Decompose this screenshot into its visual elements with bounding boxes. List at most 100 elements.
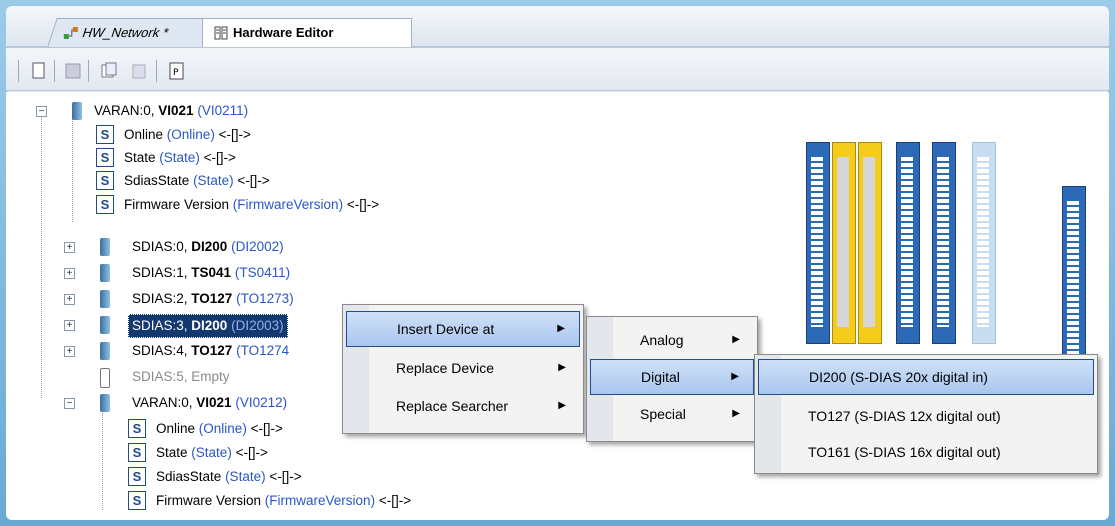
tab-hardware-editor[interactable]: Hardware Editor — [202, 18, 412, 47]
var-type: (State) — [225, 469, 266, 484]
variable-icon: S — [128, 419, 146, 438]
menu-item-digital[interactable]: Digital ▶ — [590, 359, 754, 395]
var-type: (Online) — [198, 421, 247, 436]
device-icon — [100, 316, 110, 334]
var-label: Firmware Version — [124, 197, 230, 212]
node-type: (TO1273) — [236, 291, 294, 306]
empty-slot-icon — [100, 368, 110, 388]
var-type: (FirmwareVersion) — [232, 197, 344, 212]
node-prefix: VARAN:0, — [132, 395, 197, 410]
submenu-digital-devices: DI200 (S-DIAS 20x digital in) TO127 (S-D… — [754, 354, 1098, 474]
expand-icon[interactable]: + — [64, 320, 75, 331]
node-prefix: SDIAS:0, — [132, 239, 192, 254]
node-name: VI021 — [196, 395, 232, 410]
collapse-icon[interactable]: − — [36, 106, 47, 117]
tab-hw-network-label: HW_Network * — [80, 25, 171, 40]
menu-item-insert-device[interactable]: Insert Device at ▶ — [346, 311, 580, 347]
submenu-arrow-icon: ▶ — [558, 400, 566, 411]
expand-icon[interactable]: + — [64, 242, 75, 253]
var-suffix: <-[]-> — [233, 173, 270, 188]
node-prefix: SDIAS:2, — [132, 291, 192, 306]
var-suffix: <-[]-> — [246, 421, 283, 436]
save-icon[interactable] — [62, 60, 84, 82]
tab-hw-network[interactable]: HW_Network * — [47, 18, 227, 47]
expand-icon[interactable]: + — [64, 268, 75, 279]
paste-icon[interactable] — [128, 60, 150, 82]
variable-icon: S — [96, 148, 114, 167]
expand-icon[interactable]: + — [64, 346, 75, 357]
module-image[interactable] — [858, 142, 882, 344]
variable-icon: S — [96, 195, 114, 214]
module-image[interactable] — [972, 142, 996, 344]
menu-item-to127[interactable]: TO127 (S-DIAS 12x digital out) — [758, 399, 1094, 433]
node-type: (TO1274 — [236, 343, 290, 358]
svg-text:P: P — [173, 68, 179, 78]
module-image[interactable] — [896, 142, 920, 344]
node-name: VI021 — [158, 103, 194, 118]
menu-item-replace-device[interactable]: Replace Device ▶ — [346, 351, 580, 385]
toolbar-separator — [88, 60, 89, 82]
var-label: SdiasState — [156, 469, 222, 484]
node-prefix: SDIAS:5, Empty — [132, 369, 230, 384]
copy-icon[interactable] — [98, 60, 120, 82]
var-suffix: <-[]-> — [231, 445, 268, 460]
variable-icon: S — [128, 443, 146, 462]
submenu-arrow-icon: ▶ — [732, 408, 740, 419]
var-label: Online — [156, 421, 196, 436]
node-name: TO127 — [191, 343, 233, 358]
toolbar-separator — [54, 60, 55, 82]
node-name: DI200 — [191, 318, 228, 333]
variable-icon: S — [128, 467, 146, 486]
node-type: (VI0212) — [235, 395, 288, 410]
toolbar-separator — [156, 60, 157, 82]
module-image[interactable] — [932, 142, 956, 344]
submenu-insert-device: Analog ▶ Digital ▶ Special ▶ — [586, 316, 758, 442]
var-type: (State) — [193, 173, 234, 188]
node-prefix: SDIAS:1, — [132, 265, 192, 280]
var-suffix: <-[]-> — [343, 197, 380, 212]
var-suffix: <-[]-> — [214, 127, 251, 142]
menu-item-special[interactable]: Special ▶ — [590, 397, 754, 431]
device-icon — [72, 102, 82, 120]
menu-item-replace-searcher[interactable]: Replace Searcher ▶ — [346, 389, 580, 423]
module-image[interactable] — [806, 142, 830, 344]
context-menu: Insert Device at ▶ Replace Device ▶ Repl… — [342, 304, 584, 434]
node-name: TS041 — [191, 265, 232, 280]
menu-item-to161[interactable]: TO161 (S-DIAS 16x digital out) — [758, 435, 1094, 469]
device-icon — [100, 342, 110, 360]
new-icon[interactable] — [28, 60, 50, 82]
module-image[interactable] — [832, 142, 856, 344]
submenu-arrow-icon: ▶ — [557, 323, 565, 334]
node-prefix: SDIAS:4, — [132, 343, 192, 358]
var-suffix: <-[]-> — [265, 469, 302, 484]
menu-item-analog[interactable]: Analog ▶ — [590, 323, 754, 357]
properties-icon[interactable]: P — [166, 60, 188, 82]
expand-icon[interactable]: + — [64, 294, 75, 305]
var-type: (Online) — [166, 127, 215, 142]
node-name: TO127 — [191, 291, 233, 306]
device-icon — [100, 238, 110, 256]
menu-item-di200[interactable]: DI200 (S-DIAS 20x digital in) — [758, 359, 1094, 395]
variable-icon: S — [96, 125, 114, 144]
tab-bar: HW_Network * Hardware Editor — [6, 6, 1109, 48]
node-prefix: VARAN:0, — [94, 103, 159, 118]
module-image[interactable] — [1062, 186, 1086, 374]
node-prefix: SDIAS:3, — [132, 318, 192, 333]
collapse-icon[interactable]: − — [64, 398, 75, 409]
device-icon — [100, 264, 110, 282]
node-type: (DI2002) — [231, 239, 284, 254]
node-type: (VI0211) — [197, 103, 249, 118]
window-frame: HW_Network * Hardware Editor P − VARAN:0… — [6, 6, 1109, 520]
toolbar: P — [6, 48, 1109, 91]
submenu-arrow-icon: ▶ — [732, 334, 740, 345]
var-label: Online — [124, 127, 164, 142]
var-label: State — [156, 445, 188, 460]
network-icon — [63, 27, 78, 39]
tab-hardware-editor-label: Hardware Editor — [233, 25, 334, 40]
var-suffix: <-[]-> — [375, 493, 412, 508]
node-type: (DI2003) — [231, 318, 284, 333]
submenu-arrow-icon: ▶ — [558, 362, 566, 373]
device-icon — [100, 394, 110, 412]
var-label: State — [124, 150, 156, 165]
node-type: (TS0411) — [234, 265, 291, 280]
